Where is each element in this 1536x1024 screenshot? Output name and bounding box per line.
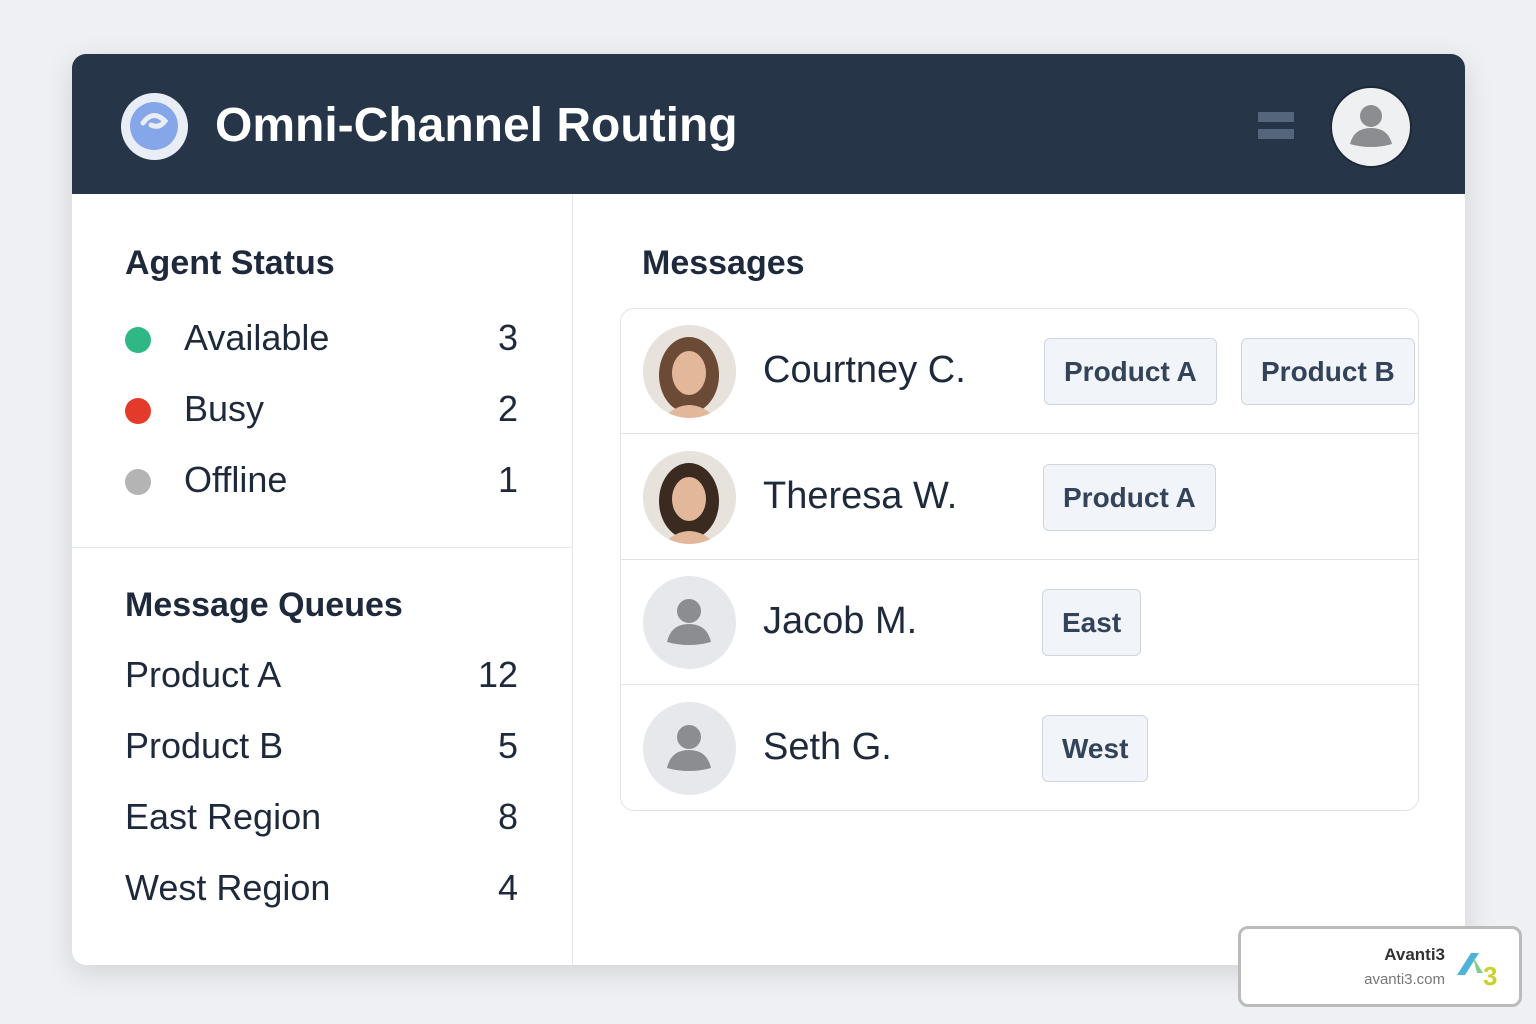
routing-card: Omni-Channel Routing Agent Status Availa… xyxy=(72,54,1465,965)
svg-text:3: 3 xyxy=(1483,961,1497,989)
tag-east[interactable]: East xyxy=(1042,589,1142,656)
queue-label: East Region xyxy=(125,796,322,837)
status-dot-icon xyxy=(125,327,151,353)
user-avatar-button[interactable] xyxy=(1330,86,1412,168)
queue-label: West Region xyxy=(125,867,331,908)
avatar xyxy=(643,576,736,669)
contact-name: Jacob M. xyxy=(763,600,918,642)
menu-icon[interactable] xyxy=(1258,112,1294,142)
tag-product-a[interactable]: Product A xyxy=(1043,463,1216,531)
queue-label: Product B xyxy=(125,725,284,766)
queue-label: Product A xyxy=(125,654,282,695)
avanti3-logo-icon: 3 xyxy=(1457,953,1497,989)
status-dot-icon xyxy=(125,469,151,495)
header: Omni-Channel Routing xyxy=(72,54,1465,194)
status-label: Offline xyxy=(184,459,288,500)
avatar xyxy=(643,701,736,795)
agent-status-offline: Offline 1 xyxy=(125,459,518,503)
message-queues-title: Message Queues xyxy=(125,586,403,624)
queue-item[interactable]: Product B 5 xyxy=(125,725,518,769)
status-count: 3 xyxy=(497,317,518,358)
status-label: Busy xyxy=(184,388,265,429)
queue-item[interactable]: Product A 12 xyxy=(125,654,518,698)
message-item[interactable]: Theresa W. Product A xyxy=(621,435,1418,560)
messages-title: Messages xyxy=(642,244,805,282)
watermark-badge: Avanti3 avanti3.com 3 xyxy=(1238,926,1522,1007)
status-label: Available xyxy=(184,317,330,358)
message-item[interactable]: Jacob M. East xyxy=(621,560,1418,685)
status-count: 1 xyxy=(497,459,518,500)
queue-count: 12 xyxy=(477,654,518,695)
watermark-url: avanti3.com xyxy=(1364,971,1445,988)
queue-item[interactable]: East Region 8 xyxy=(125,796,518,840)
queue-count: 5 xyxy=(497,725,518,766)
agent-status-available: Available 3 xyxy=(125,317,518,361)
status-dot-icon xyxy=(125,398,151,424)
app-logo-icon xyxy=(121,93,188,160)
contact-name: Seth G. xyxy=(763,725,892,768)
queue-count: 8 xyxy=(497,796,518,837)
tag-product-a[interactable]: Product A xyxy=(1044,338,1217,405)
agent-status-busy: Busy 2 xyxy=(125,388,518,432)
queue-count: 4 xyxy=(497,867,518,908)
user-icon xyxy=(1350,105,1392,147)
avatar xyxy=(643,450,736,544)
tag-west[interactable]: West xyxy=(1042,714,1149,782)
agent-status-title: Agent Status xyxy=(125,244,335,282)
status-count: 2 xyxy=(497,388,518,429)
message-item[interactable]: Seth G. West xyxy=(621,686,1418,811)
left-panel: Agent Status Available 3 Busy 2 Offline … xyxy=(72,194,573,965)
avatar xyxy=(643,325,736,418)
contact-name: Theresa W. xyxy=(763,474,958,517)
watermark-name: Avanti3 xyxy=(1384,945,1445,964)
message-item[interactable]: Courtney C. Product A Product B xyxy=(621,309,1418,434)
queue-item[interactable]: West Region 4 xyxy=(125,867,518,911)
contact-name: Courtney C. xyxy=(763,349,966,391)
message-list: Courtney C. Product A Product B Theresa W.… xyxy=(620,308,1419,811)
tag-product-b[interactable]: Product B xyxy=(1241,338,1415,405)
app-title: Omni-Channel Routing xyxy=(215,99,738,152)
divider xyxy=(72,547,573,548)
